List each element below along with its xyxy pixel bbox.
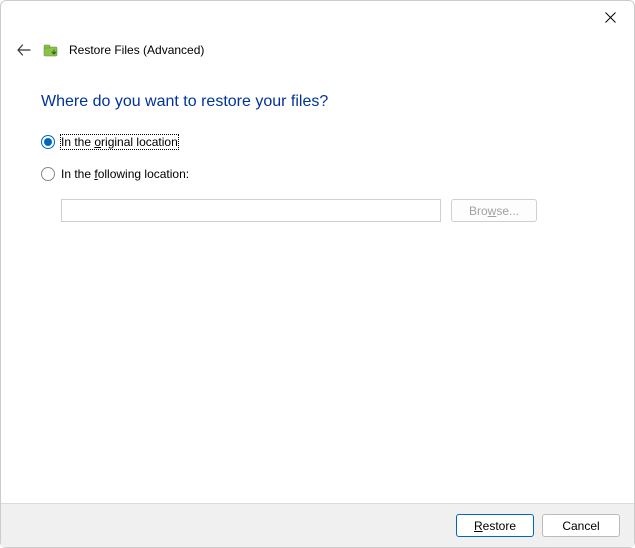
wizard-header: Restore Files (Advanced) [1,33,634,65]
radio-original-location-label[interactable]: In the original location [61,135,178,149]
radio-following-location[interactable] [41,167,55,181]
content-area: Where do you want to restore your files?… [1,65,634,222]
restore-button[interactable]: Restore [456,514,534,537]
radio-original-location[interactable] [41,135,55,149]
restore-files-icon [43,42,59,58]
close-button[interactable] [590,3,630,31]
close-icon [605,12,616,23]
footer: Restore Cancel [1,503,634,547]
radio-following-location-label[interactable]: In the following location: [61,167,189,181]
window-title: Restore Files (Advanced) [69,43,204,57]
back-arrow-icon [16,42,32,58]
back-button[interactable] [15,41,33,59]
radio-original-location-row: In the original location [41,135,594,149]
page-heading: Where do you want to restore your files? [41,93,594,111]
title-bar [1,1,634,33]
cancel-button[interactable]: Cancel [542,514,620,537]
radio-following-location-row: In the following location: [41,167,594,181]
path-input[interactable] [61,199,441,222]
browse-row: Browse... [41,199,594,222]
browse-button[interactable]: Browse... [451,199,537,222]
